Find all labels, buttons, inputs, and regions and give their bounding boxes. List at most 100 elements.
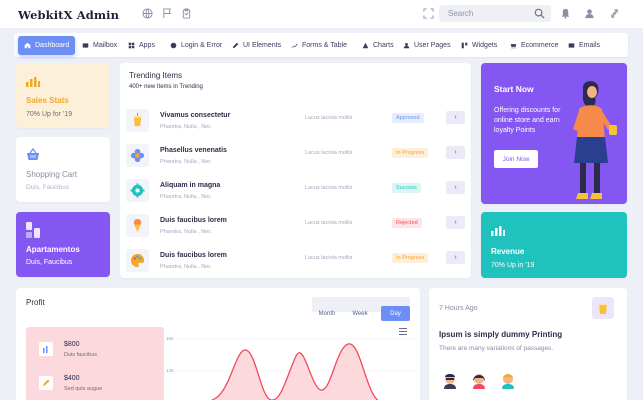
nav-item-dashboard[interactable]: Dashboard [18,36,76,55]
status-badge: In Progress [392,148,429,158]
nav-label: Ecommerce [521,42,559,49]
y-axis-label: 12K [166,368,175,373]
item-name: Aliquam in magna [160,182,221,189]
revenue-card[interactable]: Revenue 70% Up in '19 [481,212,627,278]
nav-label: Charts [373,42,394,49]
revenue-title: Revenue [491,247,525,256]
swap-arrows-icon[interactable] [609,8,620,19]
trending-items-card: Trending Items 400+ new Items in Trendin… [120,63,471,278]
woman-illustration [573,81,617,199]
nav-label: Login & Error [181,42,223,49]
app-title: WebkitX Admin [18,8,120,22]
cup-icon [592,297,614,319]
chevron-right-button[interactable]: › [446,111,465,124]
search-icon[interactable] [534,8,545,19]
search-placeholder: Search [448,9,474,18]
shopping-cart-sub: Duis, Faucibus [26,184,69,191]
trending-subtitle: 400+ new Items in Trending [129,84,203,90]
flag-icon[interactable] [162,8,173,19]
nav-item-login-error[interactable]: Login & Error [170,36,222,55]
apartamentos-card[interactable]: Apartamentos Duis, Faucibus [16,212,110,277]
tab-month[interactable]: Month [312,306,342,321]
sales-stats-card[interactable]: Sales Stats 70% Up for '19 [16,63,110,128]
nav-item-charts[interactable]: Charts [362,36,394,55]
item-name: Duis faucibus lorem [160,252,227,259]
avatar[interactable] [470,371,488,389]
chevron-right-button[interactable]: › [446,146,465,159]
bar-chart-icon [26,77,40,87]
profit-title: Profit [26,298,45,307]
apartamentos-title: Apartamentos [26,245,80,254]
widget-icon [461,42,468,49]
start-now-card: Start Now Offering discounts for online … [481,63,627,204]
chart-icon [362,42,369,49]
nav-item-ui-elements[interactable]: UI Elements [232,36,281,55]
sales-stats-sub: 70% Up for '19 [26,111,73,118]
table-row[interactable]: Vivamus consectetur Pharetra, Nulla , Ne… [120,105,471,140]
apps-icon [128,42,135,49]
fullscreen-icon[interactable] [423,8,434,19]
table-row[interactable]: Aliquam in magna Pharetra, Nulla , Nec L… [120,175,471,210]
avatar[interactable] [441,371,459,389]
nav-item-ecommerce[interactable]: Ecommerce [510,36,558,55]
profit-label: Sed quis augue [64,386,103,392]
profit-value: $800 [64,341,80,348]
profit-card: Profit Month Week Day $800 Duis faucibus… [16,288,420,400]
nav-item-emails[interactable]: Emails [568,36,600,55]
chart-icon [39,342,53,356]
search-input[interactable]: Search [439,5,551,22]
drink-icon [126,109,149,132]
envelope-icon [568,42,575,49]
nav-item-mailbox[interactable]: Mailbox [82,36,117,55]
top-bar: WebkitX Admin Search [0,0,643,28]
item-name: Phasellus venenatis [160,147,227,154]
chevron-right-button[interactable]: › [446,216,465,229]
item-meta: Pharetra, Nulla , Nec [160,264,212,270]
profit-area [212,343,378,400]
nav-item-forms-table[interactable]: Forms & Table [291,36,347,55]
user-icon [403,42,410,49]
nav-label: Emails [579,42,601,49]
tab-day[interactable]: Day [381,306,410,321]
apartamentos-sub: Duis, Faucibus [26,259,73,266]
ice-cream-icon [126,214,149,237]
profit-area-chart [176,338,416,400]
profit-value: $400 [64,375,80,382]
status-badge: Rejected [392,218,422,228]
timestamp: 7 Hours Ago [439,305,478,312]
gear-icon [126,179,149,202]
nav-label: Widgets [472,42,498,49]
table-row[interactable]: Duis faucibus lorem Pharetra, Nulla , Ne… [120,245,471,280]
mail-icon [82,42,89,49]
lock-icon [170,42,177,49]
nav-item-user-pages[interactable]: User Pages [403,36,451,55]
avatar[interactable] [499,371,517,389]
chevron-right-button[interactable]: › [446,251,465,264]
status-badge: In Progress [392,253,429,263]
globe-icon[interactable] [142,8,153,19]
trending-title: Trending Items [129,71,183,80]
item-meta: Pharetra, Nulla , Nec [160,229,212,235]
item-meta: Pharetra, Nulla , Nec [160,159,212,165]
clipboard-icon[interactable] [181,8,192,19]
ipsum-title: Ipsum is simply dummy Printing [439,330,563,339]
building-icon [26,222,40,238]
bell-icon[interactable] [560,8,571,19]
join-now-button[interactable]: Join Now [494,150,538,168]
chevron-right-button[interactable]: › [446,181,465,194]
table-row[interactable]: Phasellus venenatis Pharetra, Nulla , Ne… [120,140,471,175]
user-icon[interactable] [584,8,595,19]
nav-label: Apps [139,42,155,49]
pen-icon [232,42,239,49]
start-now-title: Start Now [494,84,534,94]
nav-item-apps[interactable]: Apps [128,36,155,55]
item-lacus: Lacus lacinia mollis [305,185,353,191]
ipsum-text: There are many variations of passages. [439,345,554,352]
basket-icon [27,148,39,160]
nav-item-widgets[interactable]: Widgets [461,36,497,55]
shopping-cart-card[interactable]: Shopping Cart Duis, Faucibus [16,137,110,202]
tab-week[interactable]: Week [345,306,375,321]
table-row[interactable]: Duis faucibus lorem Pharetra, Nulla , Ne… [120,210,471,245]
nav-label: User Pages [414,42,451,49]
status-badge: Success [392,183,421,193]
